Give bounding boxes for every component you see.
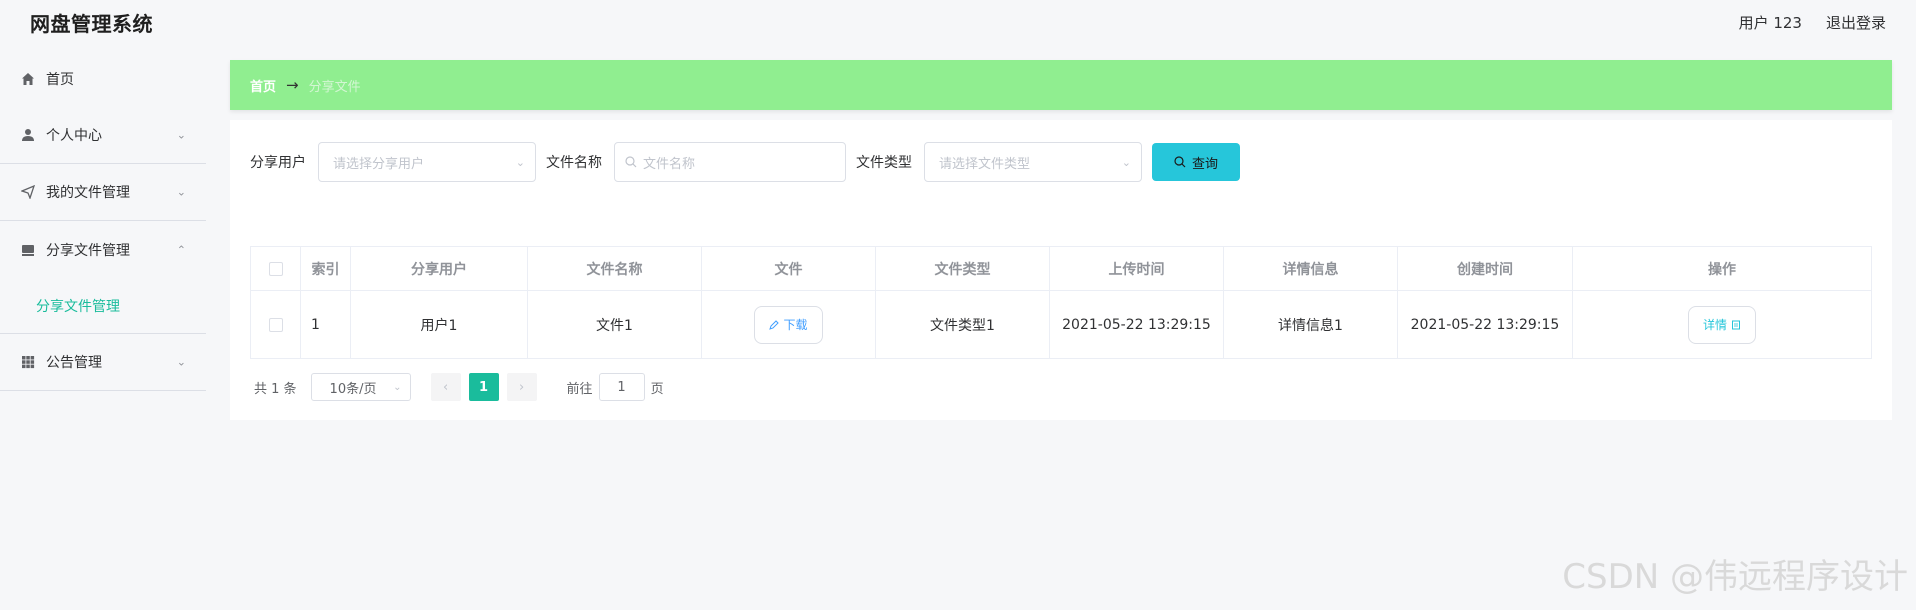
cell-upload-time: 2021-05-22 13:29:15 (1049, 290, 1224, 359)
total-count: 共 1 条 (254, 381, 297, 397)
file-name-placeholder: 文件名称 (643, 156, 696, 172)
goto-page-input[interactable]: 1 (598, 373, 645, 401)
chevron-down-icon: ⌄ (176, 128, 186, 142)
chevron-right-icon: › (518, 379, 525, 395)
watermark: CSDN @伟远程序设计 (1562, 557, 1908, 597)
select-all-cell (250, 246, 301, 291)
column-header: 详情信息 (1223, 246, 1398, 291)
cell-file: 下载 (701, 290, 876, 359)
detail-label: 详情 (1702, 318, 1727, 332)
download-label: 下载 (783, 318, 808, 332)
chevron-down-icon: ⌄ (393, 381, 402, 393)
prev-page-button[interactable]: ‹ (430, 373, 461, 401)
cell-detail-info: 详情信息1 (1223, 290, 1398, 359)
row-select-cell (250, 290, 301, 359)
cell-file-name: 文件1 (527, 290, 702, 359)
chevron-down-icon: ⌄ (176, 185, 186, 199)
column-header: 文件 (701, 246, 876, 291)
sidebar-subitem-shared-files[interactable]: 分享文件管理 (0, 278, 206, 334)
chevron-down-icon: ⌄ (176, 355, 186, 369)
page-size-value: 10条/页 (329, 381, 377, 397)
sidebar: 首页 个人中心 ⌄ 我的文件管理 ⌄ 分享文件管理 ⌃ 分享文件管理 公告管理 (0, 50, 206, 391)
sidebar-item-shared-files[interactable]: 分享文件管理 ⌃ (0, 221, 206, 278)
user-icon (20, 127, 36, 143)
file-type-select[interactable]: 请选择文件类型 ⌄ (924, 142, 1142, 182)
chevron-down-icon: ⌄ (1121, 155, 1131, 169)
column-header: 上传时间 (1049, 246, 1224, 291)
page-number-button[interactable]: 1 (468, 373, 499, 401)
sidebar-item-label: 首页 (46, 71, 74, 88)
select-all-checkbox[interactable] (268, 261, 283, 276)
chevron-down-icon: ⌄ (515, 155, 525, 169)
breadcrumb-home-link[interactable]: 首页 (250, 76, 276, 95)
next-page-button[interactable]: › (506, 373, 537, 401)
file-type-label: 文件类型 (856, 155, 912, 171)
column-header: 分享用户 (350, 246, 528, 291)
query-button-label: 查询 (1191, 156, 1218, 172)
search-form: 分享用户 请选择分享用户 ⌄ 文件名称 文件名称 文件类型 请选择文件类型 ⌄ … (250, 142, 1240, 182)
share-user-placeholder: 请选择分享用户 (333, 156, 425, 172)
column-header: 创建时间 (1397, 246, 1573, 291)
cell-actions: 详情 (1572, 290, 1872, 359)
logout-button[interactable]: 退出登录 (1826, 12, 1886, 33)
chevron-left-icon: ‹ (442, 379, 449, 395)
sidebar-item-label: 我的文件管理 (46, 185, 130, 201)
share-user-select[interactable]: 请选择分享用户 ⌄ (318, 142, 536, 182)
page-suffix: 页 (650, 381, 664, 397)
sidebar-item-my-files[interactable]: 我的文件管理 ⌄ (0, 164, 206, 221)
sidebar-item-label: 分享文件管理 (46, 242, 130, 259)
page-size-select[interactable]: 10条/页 ⌄ (310, 373, 411, 401)
user-area: 用户 123 退出登录 (1739, 12, 1886, 33)
cell-share-user: 用户1 (350, 290, 528, 359)
sidebar-item-label: 个人中心 (46, 128, 102, 144)
pagination: 共 1 条 10条/页 ⌄ ‹ 1 › 前往 1 页 (254, 373, 664, 401)
breadcrumb-separator: → (286, 76, 299, 94)
breadcrumb-current: 分享文件 (308, 79, 361, 95)
send-icon (20, 184, 36, 200)
sidebar-item-personal-center[interactable]: 个人中心 ⌄ (0, 107, 206, 164)
column-header: 操作 (1572, 246, 1872, 291)
breadcrumb: 首页 → 分享文件 (230, 60, 1892, 110)
share-user-label: 分享用户 (250, 155, 306, 171)
cell-file-type: 文件类型1 (875, 290, 1050, 359)
grid-icon (20, 354, 36, 370)
sidebar-item-label: 公告管理 (46, 355, 102, 371)
sidebar-item-home[interactable]: 首页 (0, 50, 206, 107)
user-name[interactable]: 用户 123 (1739, 12, 1802, 33)
file-type-placeholder: 请选择文件类型 (939, 156, 1031, 172)
goto-label: 前往 (566, 381, 593, 397)
cell-create-time: 2021-05-22 13:29:15 (1397, 290, 1573, 359)
column-header: 文件类型 (875, 246, 1050, 291)
sidebar-item-announcements[interactable]: 公告管理 ⌄ (0, 334, 206, 391)
search-icon (1174, 156, 1186, 168)
query-button[interactable]: 查询 (1152, 143, 1240, 181)
drive-icon (20, 242, 36, 258)
cell-index: 1 (300, 290, 351, 359)
file-name-input[interactable]: 文件名称 (614, 142, 846, 182)
column-header: 文件名称 (527, 246, 702, 291)
edit-icon (769, 319, 780, 330)
download-button[interactable]: 下载 (754, 305, 823, 344)
table-row: 1 用户1 文件1 下载 文件类型1 2021-05-22 13:29:15 详… (250, 290, 1872, 359)
column-header: 索引 (300, 246, 351, 291)
document-icon (1731, 320, 1741, 330)
shared-files-table: 索引 分享用户 文件名称 文件 文件类型 上传时间 详情信息 创建时间 操作 1… (250, 246, 1872, 359)
chevron-up-icon: ⌃ (176, 243, 186, 256)
main-panel: 分享用户 请选择分享用户 ⌄ 文件名称 文件名称 文件类型 请选择文件类型 ⌄ … (230, 120, 1892, 420)
table-header-row: 索引 分享用户 文件名称 文件 文件类型 上传时间 详情信息 创建时间 操作 (250, 246, 1872, 291)
row-checkbox[interactable] (268, 317, 283, 332)
detail-button[interactable]: 详情 (1687, 305, 1756, 344)
home-icon (20, 71, 36, 87)
file-name-label: 文件名称 (546, 155, 602, 171)
app-title: 网盘管理系统 (30, 11, 153, 36)
top-header: 网盘管理系统 用户 123 退出登录 (0, 0, 1916, 44)
search-icon (625, 156, 637, 168)
